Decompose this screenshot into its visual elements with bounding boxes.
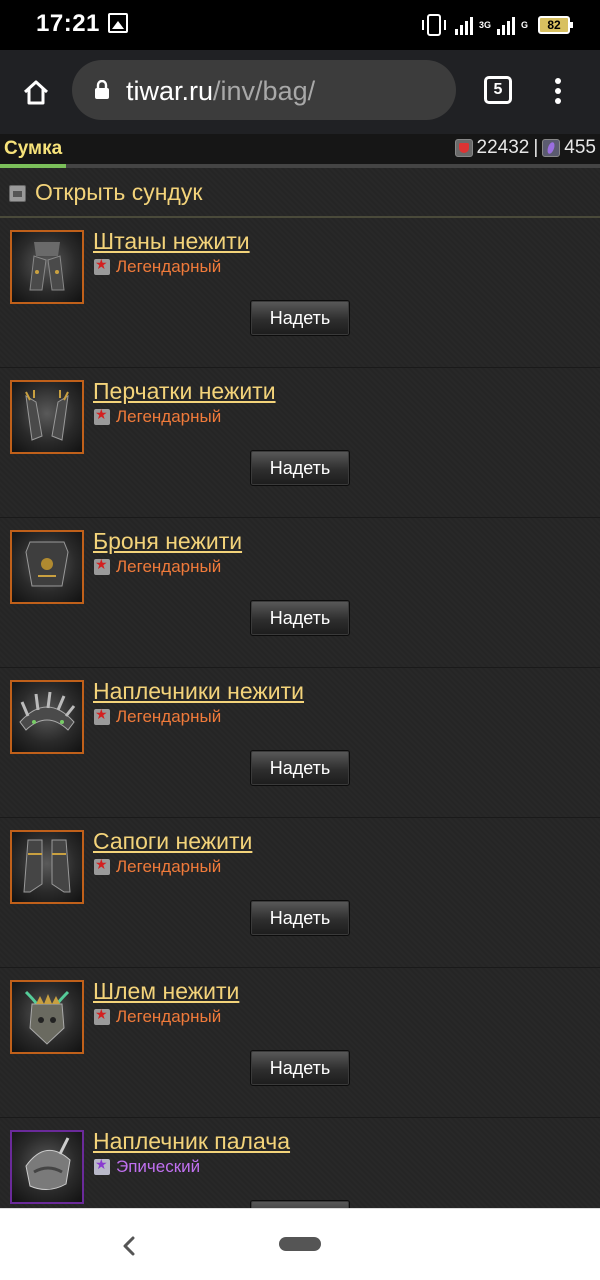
home-pill[interactable] (279, 1237, 321, 1251)
rarity-label: Легендарный (116, 707, 222, 726)
address-bar[interactable]: tiwar.ru/inv/bag/ (72, 60, 456, 120)
rarity-label: Легендарный (116, 857, 222, 876)
browser-toolbar: tiwar.ru/inv/bag/ 5 (0, 50, 600, 134)
signal-icon (454, 15, 473, 35)
item-thumbnail[interactable] (10, 380, 84, 454)
tab-switcher-button[interactable]: 5 (484, 76, 512, 104)
item-rarity: Легендарный (94, 407, 221, 427)
gallery-notification-icon (108, 13, 128, 33)
url-domain: tiwar.ru (126, 76, 214, 106)
item-thumbnail[interactable] (10, 830, 84, 904)
rarity-label: Эпический (116, 1157, 201, 1176)
inventory-item: Перчатки нежити Легендарный Надеть (0, 368, 600, 518)
equip-button[interactable]: Надеть (250, 750, 350, 786)
legendary-rarity-icon (94, 1007, 110, 1025)
signal-icon-2 (496, 15, 515, 35)
epic-rarity-icon (94, 1157, 110, 1175)
vibrate-icon (421, 14, 446, 36)
status-bar: 17:21 3G G 82 (0, 0, 600, 50)
gloves-icon (25, 390, 69, 441)
home-icon[interactable] (22, 78, 50, 106)
shoulders-icon (19, 691, 76, 731)
back-icon[interactable] (118, 1235, 140, 1257)
equip-button[interactable]: Надеть (250, 1050, 350, 1086)
rarity-label: Легендарный (116, 257, 222, 276)
item-rarity: Легендарный (94, 1007, 221, 1027)
chest-armor-icon (25, 541, 69, 587)
chest-icon (9, 185, 26, 202)
equip-button[interactable]: Надеть (250, 900, 350, 936)
open-chest-link[interactable]: Открыть сундук (35, 179, 202, 206)
item-name-link[interactable]: Штаны нежити (93, 228, 250, 255)
equip-button[interactable]: Надеть (250, 600, 350, 636)
inventory-item: Сапоги нежити Легендарный Надеть (0, 818, 600, 968)
equip-button[interactable]: Надеть (250, 450, 350, 486)
legendary-rarity-icon (94, 707, 110, 725)
system-nav-bar (0, 1208, 600, 1280)
rarity-label: Легендарный (116, 557, 222, 576)
inventory-item: Наплечники нежити Легендарный Надеть (0, 668, 600, 818)
rarity-label: Легендарный (116, 407, 222, 426)
item-name-link[interactable]: Перчатки нежити (93, 378, 276, 405)
item-name-link[interactable]: Наплечник палача (93, 1128, 290, 1155)
crystal-amount: 455 (564, 137, 596, 158)
helmet-icon (24, 990, 70, 1045)
url-text[interactable]: tiwar.ru/inv/bag/ (126, 76, 315, 107)
currency-separator: | (533, 137, 539, 158)
legendary-rarity-icon (94, 857, 110, 875)
status-time: 17:21 (36, 10, 100, 37)
inventory-item: Штаны нежити Легендарный Надеть (0, 218, 600, 368)
open-chest-row[interactable]: Открыть сундук (0, 168, 600, 218)
item-rarity: Легендарный (94, 707, 221, 727)
inventory-item: Наплечник палача Эпический Надеть (0, 1118, 600, 1208)
inventory-item: Броня нежити Легендарный Надеть (0, 518, 600, 668)
gold-icon (454, 139, 473, 157)
item-rarity: Легендарный (94, 557, 221, 577)
status-icons: 3G G 82 (421, 12, 573, 38)
rarity-label: Легендарный (116, 1007, 222, 1026)
equip-button[interactable]: Надеть (250, 1200, 350, 1208)
item-rarity: Легендарный (94, 857, 221, 877)
crystal-icon (542, 139, 561, 157)
item-rarity: Эпический (94, 1157, 200, 1177)
inventory-list: Штаны нежитиЛегендарныйНадетьПерчатки не… (0, 218, 600, 1208)
boots-icon (23, 839, 71, 893)
item-name-link[interactable]: Броня нежити (93, 528, 242, 555)
equip-button[interactable]: Надеть (250, 300, 350, 336)
legs-armor-icon (29, 242, 65, 291)
item-name-link[interactable]: Сапоги нежити (93, 828, 252, 855)
item-thumbnail[interactable] (10, 230, 84, 304)
network-type-2: G (520, 19, 528, 30)
item-name-link[interactable]: Шлем нежити (93, 978, 239, 1005)
item-thumbnail[interactable] (10, 680, 84, 754)
legendary-rarity-icon (94, 257, 110, 275)
page-title: Сумка (4, 138, 63, 159)
item-thumbnail[interactable] (10, 530, 84, 604)
item-rarity: Легендарный (94, 257, 221, 277)
legendary-rarity-icon (94, 557, 110, 575)
currency-display: 22432 | 455 (454, 137, 596, 159)
legendary-rarity-icon (94, 407, 110, 425)
network-type-1: 3G (478, 19, 491, 30)
lock-icon (95, 80, 109, 99)
game-page: Сумка 22432 | 455 Открыть сундук Штаны н… (0, 134, 600, 1208)
more-menu-icon[interactable] (550, 78, 566, 106)
url-path: /inv/bag/ (213, 76, 316, 106)
game-header: Сумка 22432 | 455 (0, 134, 600, 164)
shoulder-icon (25, 1137, 71, 1190)
item-name-link[interactable]: Наплечники нежити (93, 678, 304, 705)
inventory-item: Шлем нежити Легендарный Надеть (0, 968, 600, 1118)
battery-icon: 82 (538, 16, 573, 34)
item-thumbnail[interactable] (10, 1130, 84, 1204)
gold-amount: 22432 (476, 137, 530, 158)
item-thumbnail[interactable] (10, 980, 84, 1054)
